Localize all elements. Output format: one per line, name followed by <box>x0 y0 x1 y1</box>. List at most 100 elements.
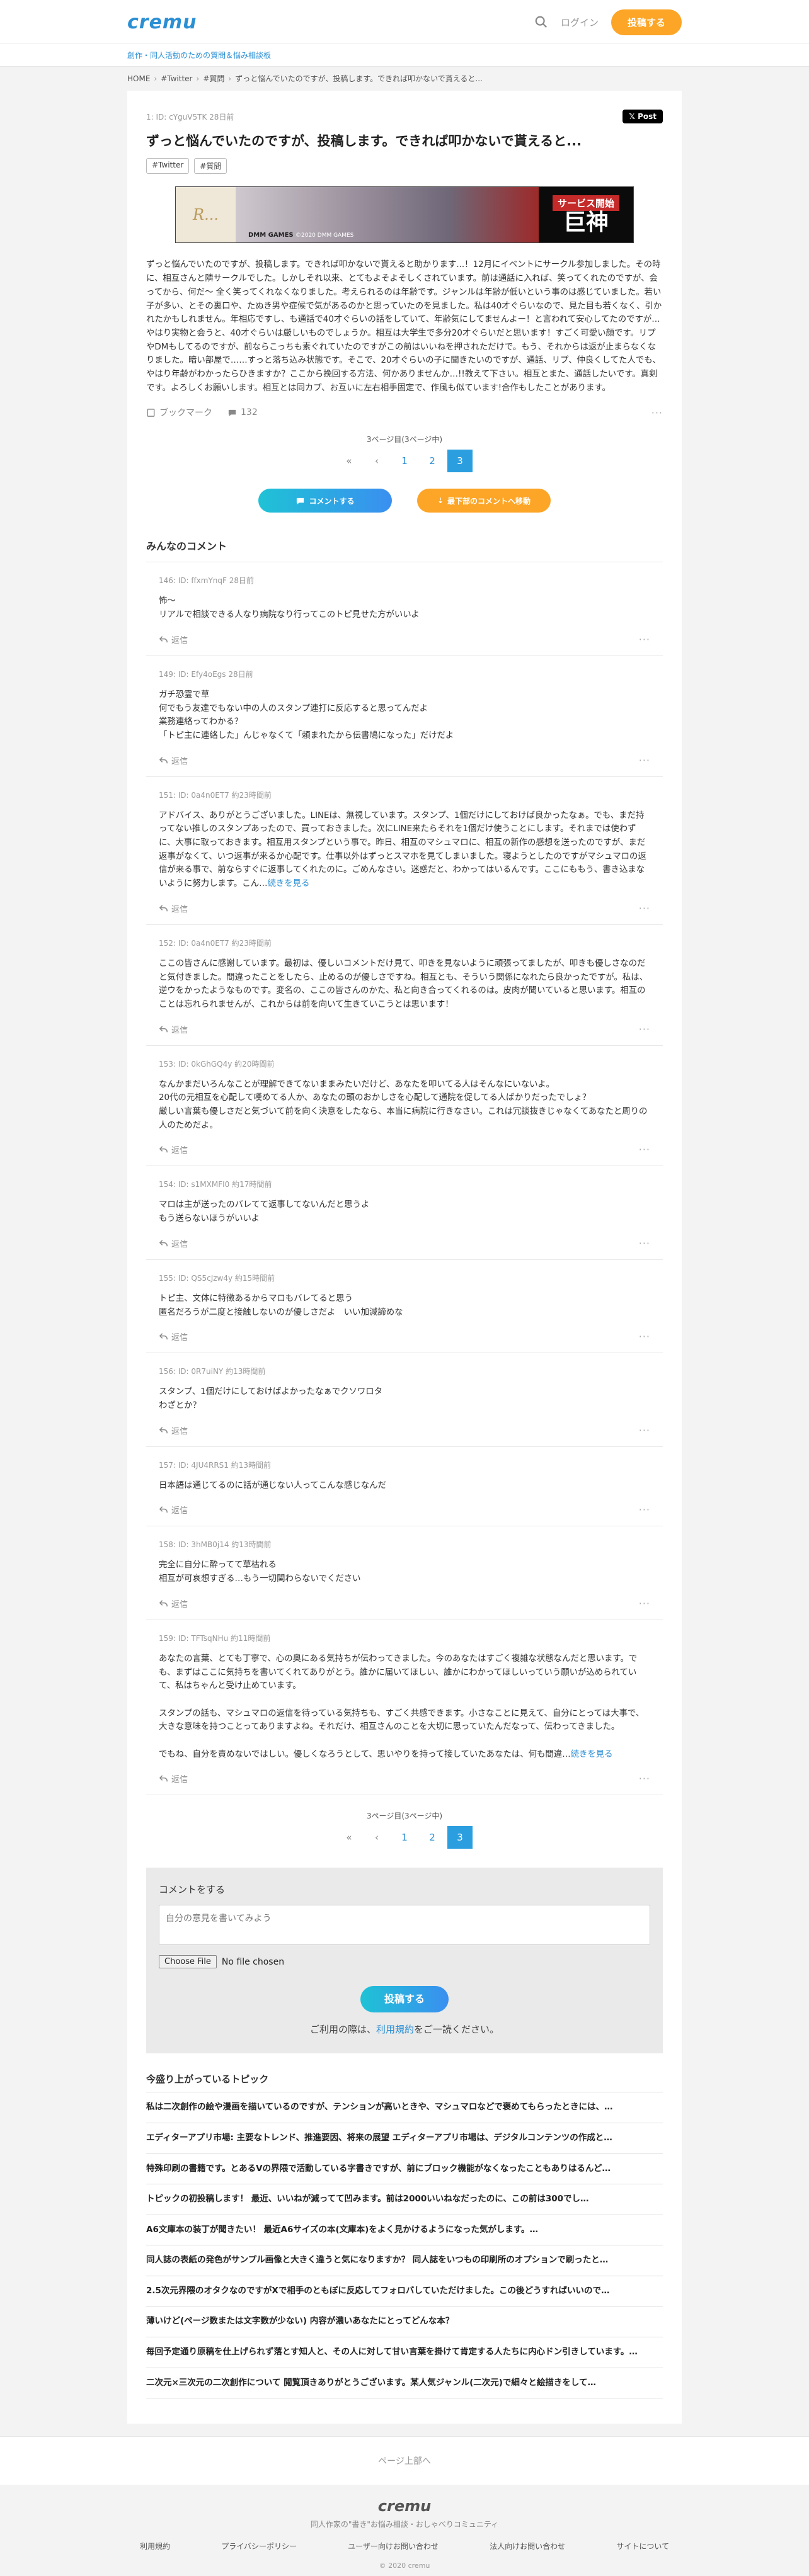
trending-topic-link[interactable]: 同人誌の表紙の発色がサンプル画像と大きく違うと気になりますか？ 同人誌をいつもの… <box>146 2245 663 2276</box>
trending-topic-link[interactable]: 毎回予定通り原稿を仕上げられず落とす知人と、その人に対して甘い言葉を掛けて肯定す… <box>146 2337 663 2368</box>
trending-topic-link[interactable]: トピックの初投稿します！ 最近、いいねが減ってて凹みます。前は2000いいねなだ… <box>146 2184 663 2215</box>
more-options-icon[interactable]: ··· <box>639 902 650 914</box>
reply-button[interactable]: 返信 <box>159 1773 188 1784</box>
read-more-link[interactable]: 続きを見る <box>267 879 309 888</box>
more-options-icon[interactable]: ··· <box>639 1331 650 1342</box>
reply-button[interactable]: 返信 <box>159 1237 188 1249</box>
bookmark-label: ブックマーク <box>159 408 212 419</box>
comment-cta-button[interactable]: コメントする <box>258 489 392 513</box>
ad-title: 巨神 <box>563 208 609 235</box>
trending-topic-link[interactable]: 二次元×三次元の二次創作について 閲覧頂きありがとうございます。某人気ジャンル(… <box>146 2368 663 2399</box>
pager-page-3[interactable]: 3 <box>447 1826 473 1849</box>
trending-topic-link[interactable]: 私は二次創作の絵や漫画を描いているのですが、テンションが高いときや、マシュマロな… <box>146 2092 663 2123</box>
reply-button[interactable]: 返信 <box>159 1331 188 1342</box>
bookmark-button[interactable]: ブックマーク <box>146 406 212 419</box>
reply-label: 返信 <box>171 1025 188 1035</box>
reply-button[interactable]: 返信 <box>159 1424 188 1436</box>
footer-tagline: 同人作家の"書き"お悩み相談・おしゃべりコミュニティ <box>310 2520 499 2529</box>
reply-icon <box>159 1506 168 1513</box>
reply-button[interactable]: 返信 <box>159 1597 188 1609</box>
more-options-icon[interactable]: ··· <box>639 1143 650 1155</box>
more-options-icon[interactable]: ··· <box>639 1597 650 1609</box>
login-link[interactable]: ログイン <box>561 16 599 29</box>
search-icon[interactable] <box>534 15 548 29</box>
choose-file-button[interactable]: Choose File <box>159 1955 217 1969</box>
ad-banner[interactable]: R... DMM GAMES ©2020 DMM GAMES サービス開始 巨神 <box>175 186 634 244</box>
more-options-icon[interactable]: ··· <box>639 1424 650 1436</box>
breadcrumb-question[interactable]: #質問 <box>203 67 224 91</box>
site-logo[interactable]: cremu <box>127 11 197 33</box>
footer-link-user-contact[interactable]: ユーザー向けお問い合わせ <box>348 2541 439 2551</box>
breadcrumb: HOME › #Twitter › #質問 › ずっと悩んでいたのですが、投稿します。… <box>127 67 682 91</box>
comment-meta: 159: ID: TFTsqNHu 約11時間前 <box>159 1633 271 1643</box>
submit-comment-button[interactable]: 投稿する <box>360 1986 449 2013</box>
pager-prev[interactable]: ‹ <box>364 450 389 472</box>
footer-link-business-contact[interactable]: 法人向けお問い合わせ <box>490 2541 565 2551</box>
more-options-icon[interactable]: ··· <box>651 407 663 419</box>
comment-count[interactable]: 132 <box>227 407 258 417</box>
trending-topic-link[interactable]: エディターアプリ市場: 主要なトレンド、推進要因、将来の展望 エディターアプリ市… <box>146 2123 663 2154</box>
copyright: © 2020 cremu <box>379 2562 430 2570</box>
footer-link-privacy[interactable]: プライバシーポリシー <box>221 2541 297 2551</box>
comment-body: 日本語は通じてるのに話が通じない人ってこんな感じなんだ <box>159 1480 386 1490</box>
more-options-icon[interactable]: ··· <box>639 1023 650 1035</box>
terms-notice: ご利用の際は、利用規約をご一読ください。 <box>159 2023 650 2036</box>
more-options-icon[interactable]: ··· <box>639 633 650 645</box>
reply-label: 返信 <box>171 635 188 645</box>
more-options-icon[interactable]: ··· <box>639 1773 650 1784</box>
more-options-icon[interactable]: ··· <box>639 1504 650 1516</box>
trending-topic-link[interactable]: A6文庫本の装丁が聞きたい！ 最近A6サイズの本(文庫本)をよく見かけるようにな… <box>146 2215 663 2246</box>
pager-page-1[interactable]: 1 <box>392 1826 417 1849</box>
comment-meta: 149: ID: Efy4oEgs 28日前 <box>159 669 253 679</box>
post-topic-button[interactable]: 投稿する <box>611 9 682 35</box>
comment-body: 完全に自分に酔ってて草枯れる 相互が可哀想すぎる…もう一切関わらないでください <box>159 1560 361 1584</box>
footer-link-about[interactable]: サイトについて <box>616 2541 669 2551</box>
comment-body: なんかまだいろんなことが理解できてないままみたいだけど、あなたを叩いてる人はそん… <box>159 1079 648 1130</box>
pager-prev[interactable]: ‹ <box>364 1826 389 1849</box>
trending-topic-link[interactable]: 特殊印刷の書籍です。とあるVの界隈で活動している字書きですが、前にブロック機能が… <box>146 2154 663 2185</box>
reply-icon <box>159 1333 168 1340</box>
breadcrumb-twitter[interactable]: #Twitter <box>161 67 192 91</box>
pager-page-2[interactable]: 2 <box>420 1826 445 1849</box>
pager-label: 3ページ目(3ページ中) <box>366 1812 443 1821</box>
pager-first[interactable]: « <box>336 450 362 472</box>
comment-item: 149: ID: Efy4oEgs 28日前 ガチ恐霊で草 何でもう友達でもない中… <box>146 656 663 777</box>
comment-item: 159: ID: TFTsqNHu 約11時間前 あなたの言葉、とても丁寧で、心の… <box>146 1620 663 1796</box>
ad-logo: R... <box>176 187 236 243</box>
ad-caption: ©2020 DMM GAMES <box>295 232 354 239</box>
trending-topic-link[interactable]: 2.5次元界隈のオタクなのですがXで相手のともぼに反応してフォロバしていただけま… <box>146 2276 663 2307</box>
jump-latest-button[interactable]: ⇣ 最下部のコメントへ移動 <box>417 489 551 513</box>
comment-body: 怖〜 リアルで相談できる人なり病院なり行ってこのトピ見せた方がいいよ <box>159 596 420 620</box>
tagline-bar: 創作・同人活動のための質問＆悩み相談板 <box>0 44 809 67</box>
back-to-top-link[interactable]: ページ上部へ <box>0 2436 809 2485</box>
comment-text: なんかまだいろんなことが理解できてないままみたいだけど、あなたを叩いてる人はそん… <box>159 1078 650 1133</box>
pager-page-1[interactable]: 1 <box>392 450 417 472</box>
tag-question[interactable]: #質問 <box>194 158 227 174</box>
more-options-icon[interactable]: ··· <box>639 1237 650 1249</box>
breadcrumb-current: ずっと悩んでいたのですが、投稿します。できれば叩かないで貰えると... <box>235 74 483 83</box>
reply-button[interactable]: 返信 <box>159 754 188 766</box>
comment-form-label: コメントをする <box>159 1884 226 1896</box>
reply-button[interactable]: 返信 <box>159 633 188 645</box>
more-options-icon[interactable]: ··· <box>639 754 650 766</box>
pager-first[interactable]: « <box>336 1826 362 1849</box>
footer-link-terms[interactable]: 利用規約 <box>140 2541 170 2551</box>
comment-textarea[interactable] <box>159 1905 650 1946</box>
trending-topic-link[interactable]: 薄いけど(ページ数または文字数が少ない) 内容が濃いあなたにとってどんな本？ <box>146 2306 663 2337</box>
reply-button[interactable]: 返信 <box>159 1023 188 1035</box>
pager-page-3[interactable]: 3 <box>447 450 473 473</box>
footer-logo[interactable]: cremu <box>0 2497 809 2515</box>
bookmark-icon <box>147 409 155 417</box>
pager-page-2[interactable]: 2 <box>420 450 445 472</box>
breadcrumb-home[interactable]: HOME <box>127 67 150 91</box>
tag-twitter[interactable]: #Twitter <box>146 158 190 174</box>
reply-button[interactable]: 返信 <box>159 1504 188 1516</box>
x-post-button[interactable]: 𝕏 Post <box>623 110 663 123</box>
trending-heading: 今盛り上がっているトピック <box>146 2072 663 2093</box>
reply-button[interactable]: 返信 <box>159 1143 188 1155</box>
topic-body: ずっと悩んでいたのですが、投稿します。できれば叩かないで貰えると助かります...… <box>146 260 662 393</box>
ad-headline: サービス開始 巨神 <box>539 187 633 243</box>
read-more-link[interactable]: 続きを見る <box>571 1750 613 1759</box>
terms-link[interactable]: 利用規約 <box>376 2024 414 2035</box>
reply-button[interactable]: 返信 <box>159 902 188 914</box>
